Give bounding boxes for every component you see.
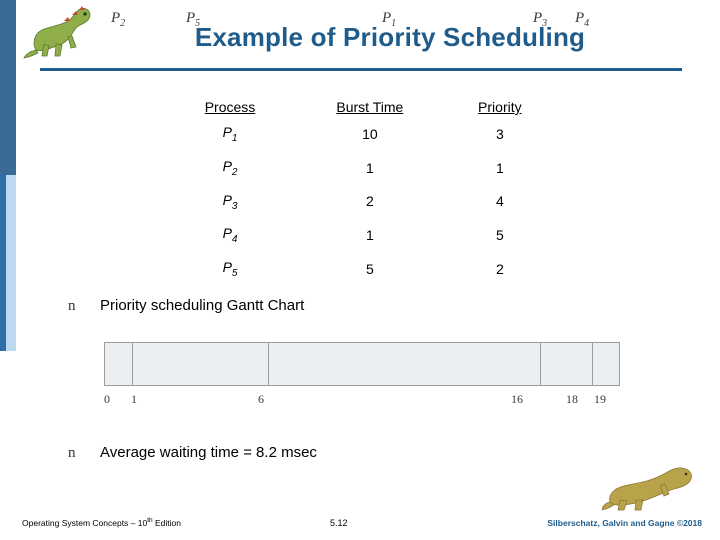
gantt-tick-0: 0	[104, 392, 110, 406]
cell-process: P3	[222, 191, 238, 212]
bullet-text-avg-wait: Average waiting time = 8.2 msec	[100, 444, 317, 461]
footer-page-number: 5.12	[330, 518, 348, 528]
gantt-tick-18: 18	[566, 392, 578, 406]
cell-burst: 5	[365, 261, 374, 278]
gantt-tick-1: 1	[131, 392, 137, 406]
gantt-segment-p5	[133, 343, 269, 385]
bullet-marker: n	[68, 445, 76, 461]
cell-burst: 10	[362, 125, 378, 142]
cell-priority: 5	[495, 227, 504, 244]
cell-process: P2	[222, 157, 238, 178]
cell-priority: 1	[495, 159, 504, 176]
table-row: P5 5 2	[160, 252, 560, 286]
footer-edition: Operating System Concepts – 10th Edition	[22, 517, 181, 528]
column-header-priority: Priority	[478, 99, 522, 115]
cell-process: P4	[222, 225, 238, 246]
dinosaur-logo-icon	[23, 6, 91, 59]
cell-burst: 1	[365, 159, 374, 176]
cell-burst: 1	[365, 227, 374, 244]
bullet-marker: n	[68, 298, 76, 314]
gantt-tick-19: 19	[594, 392, 606, 406]
gantt-label-p4: P4	[575, 10, 590, 29]
gantt-label-p5: P5	[186, 10, 201, 29]
footer-dinosaur-icon	[602, 467, 692, 511]
bullet-text-gantt: Priority scheduling Gantt Chart	[100, 297, 305, 314]
cell-priority: 4	[495, 193, 504, 210]
cell-process: P5	[222, 259, 238, 279]
cell-burst: 2	[365, 193, 374, 210]
cell-priority: 3	[495, 125, 504, 142]
table-row: P1 10 3	[160, 117, 560, 151]
sidebar-bar-top	[0, 0, 16, 175]
table-row: P2 1 1	[160, 151, 560, 185]
gantt-segment-p4	[593, 343, 619, 385]
sidebar-bar-accent	[0, 175, 6, 351]
gantt-segment-p3	[541, 343, 593, 385]
gantt-label-p2: P2	[111, 10, 126, 29]
table-row: P3 2 4	[160, 185, 560, 219]
gantt-tick-16: 16	[511, 392, 523, 406]
sidebar-bar-bottom	[0, 351, 16, 540]
title-divider	[40, 68, 682, 71]
footer-copyright: Silberschatz, Galvin and Gagne ©2018	[547, 518, 702, 528]
gantt-label-p1: P1	[382, 10, 397, 29]
table-row: P4 1 5	[160, 218, 560, 252]
process-table: Process Burst Time Priority P1 10 3 P2 1…	[160, 98, 560, 286]
gantt-segment-p1	[269, 343, 541, 385]
table-header-row: Process Burst Time Priority	[160, 98, 560, 117]
gantt-label-p3: P3	[533, 10, 548, 29]
gantt-chart	[104, 342, 620, 386]
gantt-segment-p2	[105, 343, 133, 385]
column-header-process: Process	[204, 99, 256, 115]
cell-priority: 2	[495, 261, 504, 278]
column-header-burst-time: Burst Time	[336, 99, 404, 115]
cell-process: P1	[222, 124, 238, 144]
gantt-tick-6: 6	[258, 392, 264, 406]
